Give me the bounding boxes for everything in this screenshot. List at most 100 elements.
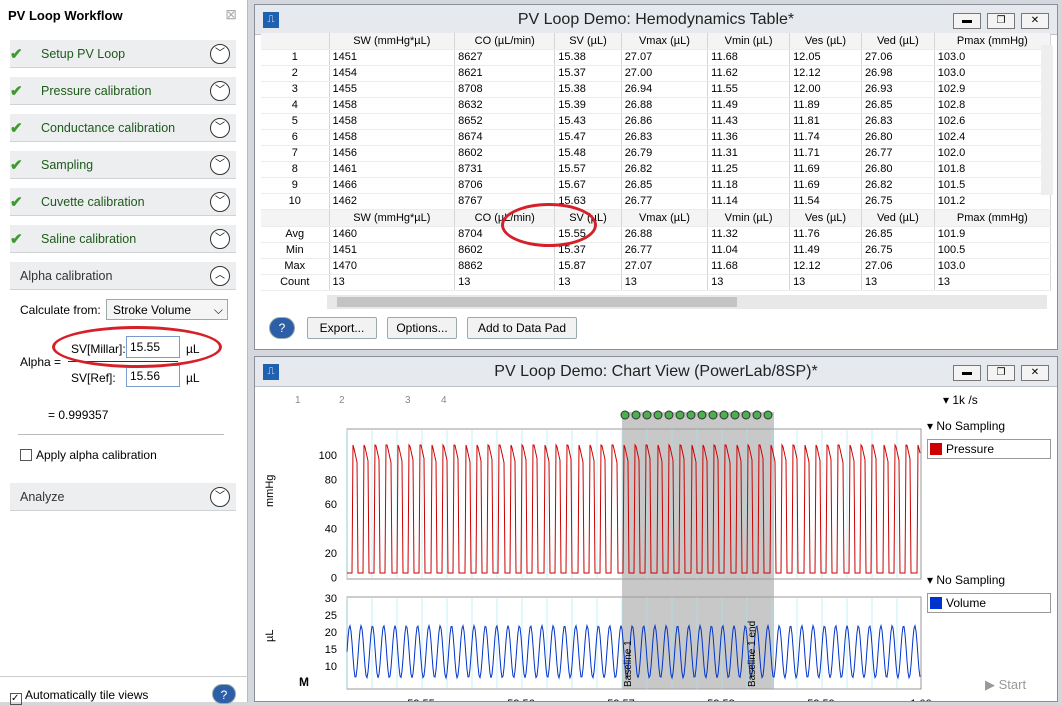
table-row[interactable]: 9 1466 8706 15.67 26.85 11.18 11.69 26.82 101.5 <box>261 177 1052 194</box>
table-cell: Count <box>261 274 330 291</box>
chevron-up-icon[interactable]: ︿ <box>210 266 230 286</box>
column-header[interactable]: Vmax (µL) <box>621 33 709 50</box>
options-button[interactable]: Options... <box>387 317 457 339</box>
event-dot <box>631 410 641 420</box>
calc-from-select[interactable]: Stroke Volume ⌵ <box>106 299 228 320</box>
start-button[interactable]: ▶ Start <box>985 677 1026 693</box>
check-icon: ✔ <box>10 157 23 174</box>
table-row[interactable]: 4 1458 8632 15.39 26.88 11.49 11.89 26.85 102.8 <box>261 97 1052 114</box>
table-row[interactable]: 3 1455 8708 15.38 26.94 11.55 12.00 26.93 102.9 <box>261 81 1052 98</box>
chart-view-window: ⎍ PV Loop Demo: Chart View (PowerLab/8SP… <box>254 356 1058 702</box>
table-cell: 11.49 <box>707 97 791 114</box>
table-cell: 15.57 <box>554 161 622 178</box>
column-header[interactable]: Ves (µL) <box>789 210 862 227</box>
table-cell: 101.9 <box>934 226 1052 243</box>
event-dot <box>653 410 663 420</box>
column-header[interactable]: SW (mmHg*µL) <box>329 33 456 50</box>
table-cell: 1456 <box>329 145 456 162</box>
table-cell: 11.71 <box>789 145 862 162</box>
workflow-step[interactable]: ✔ Conductance calibration ﹀ <box>10 114 236 142</box>
event-dot <box>642 410 652 420</box>
chevron-down-icon[interactable]: ﹀ <box>210 155 230 175</box>
column-header[interactable]: SW (mmHg*µL) <box>329 210 456 227</box>
table-row[interactable]: 6 1458 8674 15.47 26.83 11.36 11.74 26.80 102.4 <box>261 129 1052 146</box>
column-header[interactable]: Ved (µL) <box>861 33 935 50</box>
table-row[interactable]: 1 1451 8627 15.38 27.07 11.68 12.05 27.06 103.0 <box>261 49 1052 66</box>
table-cell: 11.76 <box>789 226 862 243</box>
sv-ref-input[interactable]: 15.56 <box>126 365 180 387</box>
minimize-button[interactable]: ▬ <box>953 365 981 381</box>
table-row[interactable]: Count 13 13 13 13 13 13 13 13 <box>261 274 1052 291</box>
table-row[interactable]: 2 1454 8621 15.37 27.00 11.62 12.12 26.98 103.0 <box>261 65 1052 82</box>
table-row[interactable]: Avg 1460 8704 15.55 26.88 11.32 11.76 26.85 101.… <box>261 226 1052 243</box>
column-header[interactable]: Ved (µL) <box>861 210 935 227</box>
minimize-button[interactable]: ▬ <box>953 13 981 29</box>
vertical-scrollbar[interactable] <box>1041 45 1053 195</box>
table-cell: 13 <box>861 274 935 291</box>
apply-alpha-checkbox[interactable]: Apply alpha calibration <box>20 448 157 462</box>
ch1-channel-select[interactable]: Pressure <box>927 439 1051 459</box>
step-label: Sampling <box>41 158 94 172</box>
chevron-down-icon[interactable]: ﹀ <box>210 81 230 101</box>
table-cell: 8674 <box>454 129 556 146</box>
help-icon[interactable]: ? <box>212 684 236 704</box>
table-row[interactable]: 5 1458 8652 15.43 26.86 11.43 11.81 26.83 102.6 <box>261 113 1052 130</box>
ch1-sampling[interactable]: ▾ No Sampling <box>927 419 1005 433</box>
column-header[interactable]: SV (µL) <box>554 33 622 50</box>
help-button[interactable]: ? <box>269 317 295 339</box>
chevron-down-icon[interactable]: ﹀ <box>210 44 230 64</box>
column-header[interactable]: Vmax (µL) <box>621 210 709 227</box>
table-row[interactable]: Max 1470 8862 15.87 27.07 11.68 12.12 27.06 103.… <box>261 258 1052 275</box>
close-button[interactable]: ✕ <box>1021 13 1049 29</box>
table-cell: 13 <box>707 274 791 291</box>
export-button[interactable]: Export... <box>307 317 377 339</box>
table-cell: 1461 <box>329 161 456 178</box>
close-button[interactable]: ✕ <box>1021 365 1049 381</box>
restore-button[interactable]: ❐ <box>987 13 1015 29</box>
table-row[interactable]: 7 1456 8602 15.48 26.79 11.31 11.71 26.77 102.0 <box>261 145 1052 162</box>
chevron-down-icon[interactable]: ﹀ <box>210 229 230 249</box>
event-dot <box>620 410 630 420</box>
column-header[interactable]: Vmin (µL) <box>707 210 791 227</box>
workflow-step[interactable]: ✔ Saline calibration ﹀ <box>10 225 236 253</box>
chevron-down-icon[interactable]: ﹀ <box>210 487 230 507</box>
alpha-calibration-header[interactable]: Alpha calibration ︿ <box>10 262 236 290</box>
chevron-down-icon[interactable]: ﹀ <box>210 118 230 138</box>
table-cell: 11.14 <box>707 193 791 210</box>
chart-window-title: PV Loop Demo: Chart View (PowerLab/8SP)* <box>494 363 818 380</box>
check-icon: ✔ <box>10 120 23 137</box>
table-row[interactable]: 8 1461 8731 15.57 26.82 11.25 11.69 26.80 101.8 <box>261 161 1052 178</box>
annotation-ellipse <box>501 203 597 247</box>
column-header[interactable]: Pmax (mmHg) <box>934 210 1052 227</box>
table-cell: 1458 <box>329 113 456 130</box>
table-cell: 8708 <box>454 81 556 98</box>
close-icon[interactable]: ⊠ <box>225 6 237 23</box>
ch2-channel-select[interactable]: Volume <box>927 593 1051 613</box>
table-cell: 8706 <box>454 177 556 194</box>
column-header[interactable]: Ves (µL) <box>789 33 862 50</box>
ch2-sampling[interactable]: ▾ No Sampling <box>927 573 1005 587</box>
table-cell: 27.06 <box>861 49 935 66</box>
table-cell: 26.77 <box>861 145 935 162</box>
add-to-data-pad-button[interactable]: Add to Data Pad <box>467 317 577 339</box>
table-cell: 11.43 <box>707 113 791 130</box>
column-header[interactable]: Vmin (µL) <box>707 33 791 50</box>
table-cell: 27.06 <box>861 258 935 275</box>
table-cell: 11.62 <box>707 65 791 82</box>
table-cell: Min <box>261 242 330 259</box>
horizontal-scrollbar[interactable] <box>327 295 1047 309</box>
table-cell: 6 <box>261 129 330 146</box>
column-header[interactable]: Pmax (mmHg) <box>934 33 1052 50</box>
restore-button[interactable]: ❐ <box>987 365 1015 381</box>
workflow-step[interactable]: ✔ Cuvette calibration ﹀ <box>10 188 236 216</box>
table-cell: 8731 <box>454 161 556 178</box>
workflow-step[interactable]: ✔ Pressure calibration ﹀ <box>10 77 236 105</box>
table-row[interactable]: 10 1462 8767 15.63 26.77 11.14 11.54 26.75 101.2 <box>261 193 1052 210</box>
workflow-step[interactable]: ✔ Sampling ﹀ <box>10 151 236 179</box>
chevron-down-icon[interactable]: ﹀ <box>210 192 230 212</box>
workflow-step[interactable]: ✔ Setup PV Loop ﹀ <box>10 40 236 68</box>
auto-tile-checkbox[interactable]: ✓ Automatically tile views <box>10 688 148 705</box>
analyze-header[interactable]: Analyze ﹀ <box>10 483 236 511</box>
table-row[interactable]: Min 1451 8602 15.37 26.77 11.04 11.49 26.75 100.… <box>261 242 1052 259</box>
column-header[interactable]: CO (µL/min) <box>454 33 556 50</box>
